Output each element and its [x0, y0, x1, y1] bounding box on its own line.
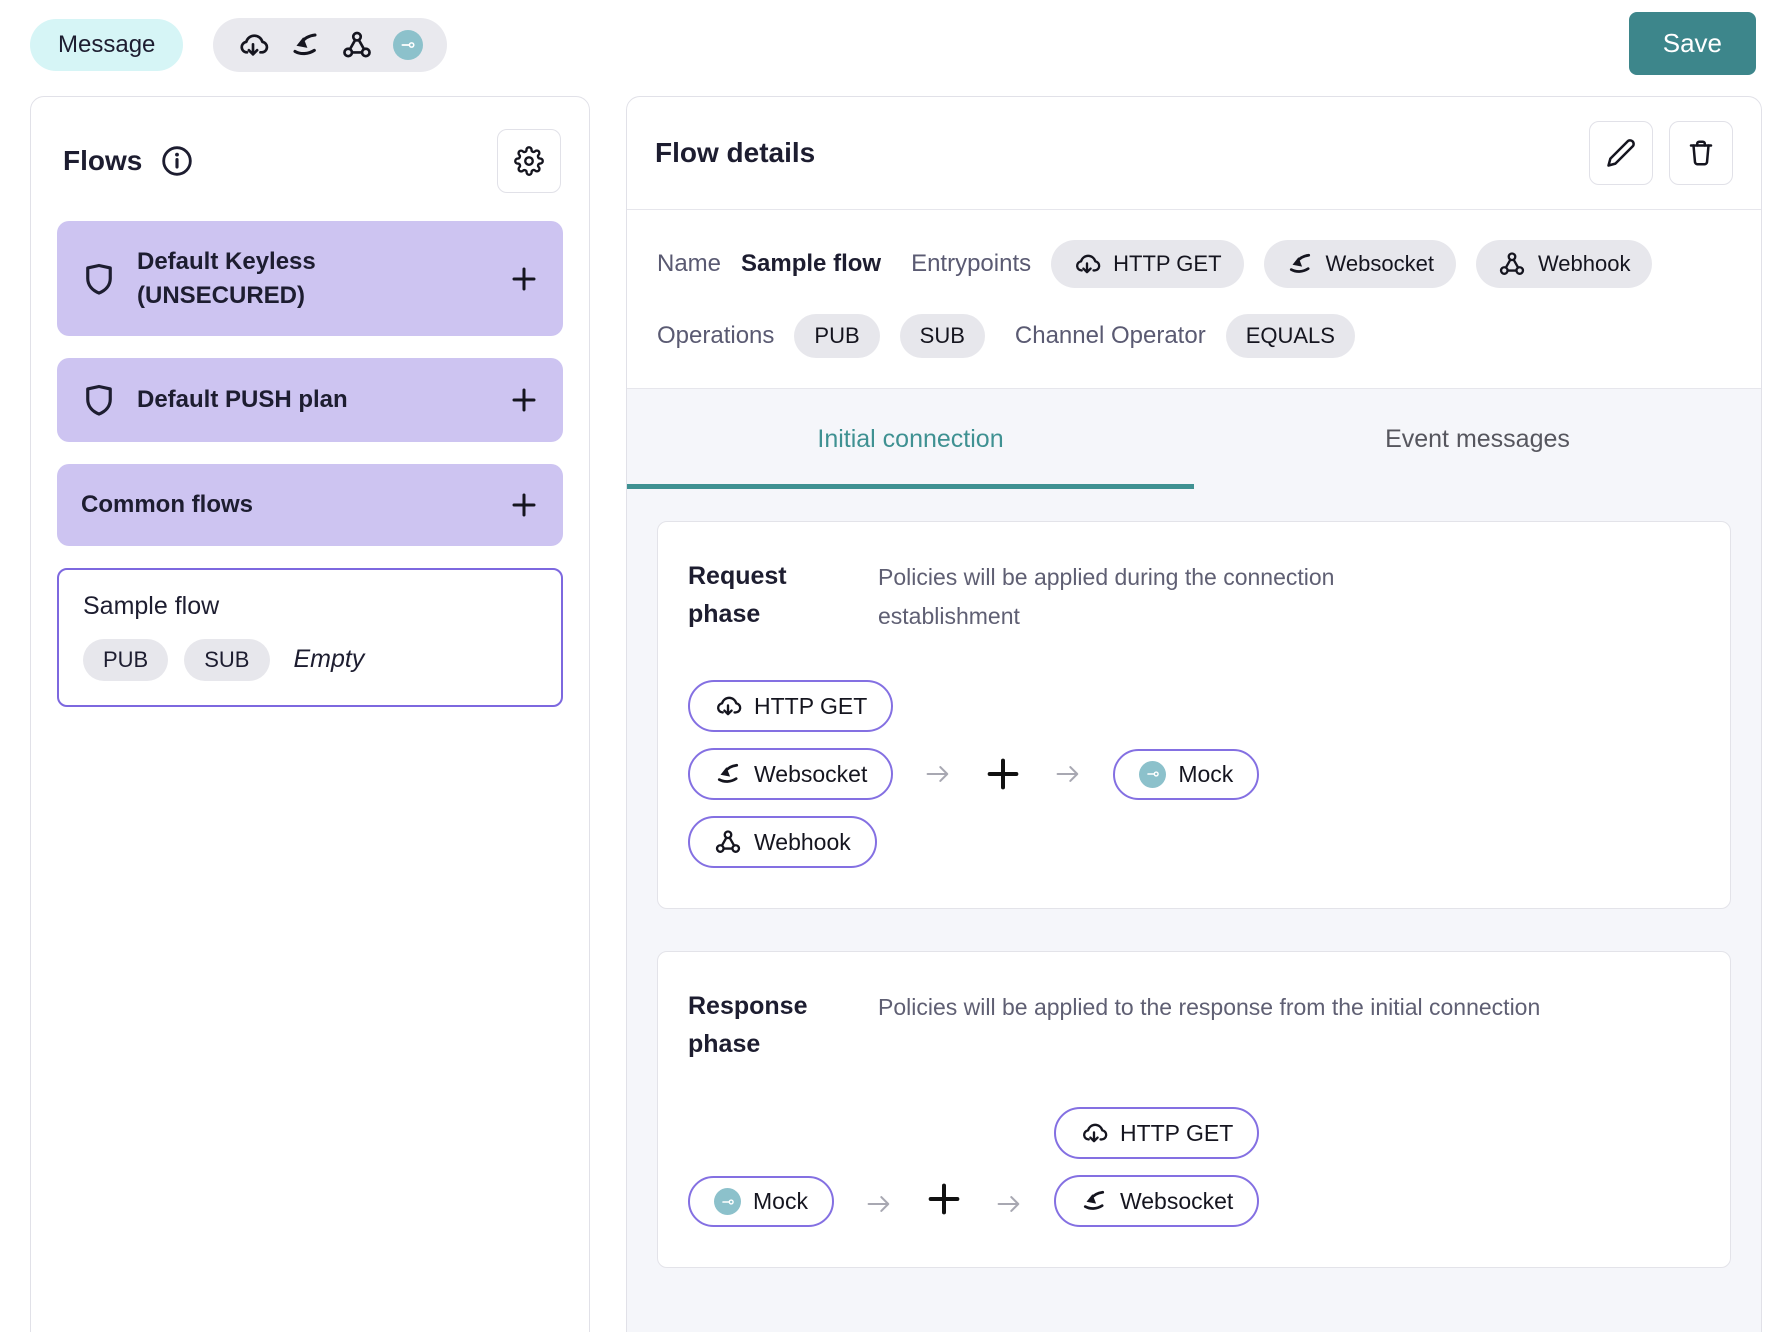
- top-bar: Message Save: [0, 0, 1782, 84]
- gear-icon: [514, 146, 544, 176]
- arrow-right-icon: [864, 1189, 894, 1219]
- plan-item-default-keyless[interactable]: Default Keyless (UNSECURED): [57, 221, 563, 336]
- operation-chip-sub: SUB: [900, 314, 985, 358]
- tab-event-messages[interactable]: Event messages: [1194, 389, 1761, 489]
- flow-chip-websocket[interactable]: Websocket: [1054, 1175, 1259, 1227]
- plus-icon: [983, 754, 1023, 794]
- add-flow-button[interactable]: [509, 385, 539, 415]
- top-bar-left-group: Message: [30, 12, 447, 72]
- message-type-badge: Message: [30, 19, 183, 71]
- flow-status-label: Empty: [294, 645, 365, 674]
- websocket-icon: [289, 29, 321, 61]
- request-entrypoints-stack: HTTP GET Websocket Webhook: [688, 680, 893, 868]
- flow-name-value: Sample flow: [741, 250, 881, 278]
- http-get-icon: [1080, 1119, 1108, 1147]
- add-flow-button[interactable]: [509, 264, 539, 294]
- request-phase-flow: HTTP GET Websocket Webhook: [688, 680, 1700, 868]
- plan-item-default-push[interactable]: Default PUSH plan: [57, 358, 563, 442]
- http-get-icon: [714, 692, 742, 720]
- flows-header: Flows: [57, 97, 563, 221]
- tab-initial-connection[interactable]: Initial connection: [627, 389, 1194, 489]
- response-phase-card: Response phase Policies will be applied …: [657, 951, 1731, 1268]
- flow-chip-http-get[interactable]: HTTP GET: [688, 680, 893, 732]
- plus-icon: [509, 264, 539, 294]
- flow-name: Sample flow: [83, 592, 537, 621]
- mock-endpoint-icon: [714, 1188, 741, 1215]
- response-entrypoints-stack: HTTP GET Websocket: [1054, 1107, 1259, 1227]
- channel-operator-chip: EQUALS: [1226, 314, 1355, 358]
- name-label: Name: [657, 250, 721, 278]
- plus-icon: [924, 1179, 964, 1219]
- pencil-icon: [1606, 138, 1636, 168]
- flow-details-header: Flow details: [627, 97, 1761, 209]
- flow-operations: PUB SUB Empty: [83, 639, 537, 681]
- plan-label: Default Keyless (UNSECURED): [137, 245, 437, 312]
- mock-endpoint-icon: [393, 30, 423, 60]
- flow-details-panel: Flow details Name Sample flow Entrypoint…: [626, 96, 1762, 1332]
- websocket-icon: [1286, 250, 1314, 278]
- webhook-icon: [1498, 250, 1526, 278]
- flow-details-title: Flow details: [655, 137, 815, 169]
- websocket-icon: [714, 760, 742, 788]
- http-get-icon: [237, 29, 269, 61]
- arrow-right-icon: [1053, 759, 1083, 789]
- plan-label: Common flows: [81, 488, 489, 522]
- response-phase-description: Policies will be applied to the response…: [878, 988, 1540, 1063]
- arrow-right-icon: [994, 1189, 1024, 1219]
- request-phase-description: Policies will be applied during the conn…: [878, 558, 1478, 636]
- delete-flow-button[interactable]: [1669, 121, 1733, 185]
- webhook-icon: [341, 29, 373, 61]
- request-phase-card: Request phase Policies will be applied d…: [657, 521, 1731, 909]
- flow-chip-mock-endpoint[interactable]: Mock: [688, 1176, 834, 1227]
- response-phase-flow: Mock HTTP GET: [688, 1107, 1700, 1227]
- plus-icon: [509, 490, 539, 520]
- flow-list: Default Keyless (UNSECURED) Default PUSH…: [57, 221, 563, 707]
- shield-icon: [81, 261, 117, 297]
- plan-label: Default PUSH plan: [137, 383, 437, 417]
- meta-row-operations: Operations PUB SUB Channel Operator EQUA…: [657, 314, 1731, 358]
- operation-badge-sub: SUB: [184, 639, 269, 681]
- flow-chip-http-get[interactable]: HTTP GET: [1054, 1107, 1259, 1159]
- save-button[interactable]: Save: [1629, 12, 1756, 75]
- webhook-icon: [714, 828, 742, 856]
- flows-sidebar: Flows Default Keyless (UNSECURED) Defaul…: [30, 96, 590, 1332]
- mock-endpoint-icon: [1139, 761, 1166, 788]
- entrypoint-chip-webhook: Webhook: [1476, 240, 1653, 288]
- websocket-icon: [1080, 1187, 1108, 1215]
- edit-flow-button[interactable]: [1589, 121, 1653, 185]
- entrypoints-summary-pill: [213, 18, 447, 72]
- shield-icon: [81, 382, 117, 418]
- entrypoint-chip-http-get: HTTP GET: [1051, 240, 1243, 288]
- flow-chip-webhook[interactable]: Webhook: [688, 816, 877, 868]
- add-policy-button[interactable]: [983, 754, 1023, 794]
- main-content: Flows Default Keyless (UNSECURED) Defaul…: [0, 84, 1782, 1332]
- meta-row-name-entrypoints: Name Sample flow Entrypoints HTTP GET We…: [657, 240, 1731, 288]
- request-phase-title: Request phase: [688, 558, 850, 636]
- phase-tabs: Initial connection Event messages: [627, 388, 1761, 489]
- plan-item-common-flows[interactable]: Common flows: [57, 464, 563, 546]
- operations-label: Operations: [657, 322, 774, 350]
- entrypoints-label: Entrypoints: [911, 250, 1031, 278]
- operation-chip-pub: PUB: [794, 314, 879, 358]
- add-flow-button[interactable]: [509, 490, 539, 520]
- plus-icon: [509, 385, 539, 415]
- flow-meta: Name Sample flow Entrypoints HTTP GET We…: [627, 210, 1761, 388]
- flow-item-sample-flow-selected[interactable]: Sample flow PUB SUB Empty: [57, 568, 563, 707]
- channel-operator-label: Channel Operator: [1015, 322, 1206, 350]
- flow-chip-websocket[interactable]: Websocket: [688, 748, 893, 800]
- flows-title: Flows: [63, 145, 142, 177]
- flow-chip-mock-endpoint[interactable]: Mock: [1113, 749, 1259, 800]
- entrypoint-chip-websocket: Websocket: [1264, 240, 1456, 288]
- http-get-icon: [1073, 250, 1101, 278]
- arrow-right-icon: [923, 759, 953, 789]
- add-policy-button[interactable]: [924, 1179, 964, 1219]
- operation-badge-pub: PUB: [83, 639, 168, 681]
- response-phase-title: Response phase: [688, 988, 850, 1063]
- info-icon[interactable]: [160, 144, 194, 178]
- trash-icon: [1686, 138, 1716, 168]
- flows-settings-button[interactable]: [497, 129, 561, 193]
- phase-content: Request phase Policies will be applied d…: [627, 489, 1761, 1332]
